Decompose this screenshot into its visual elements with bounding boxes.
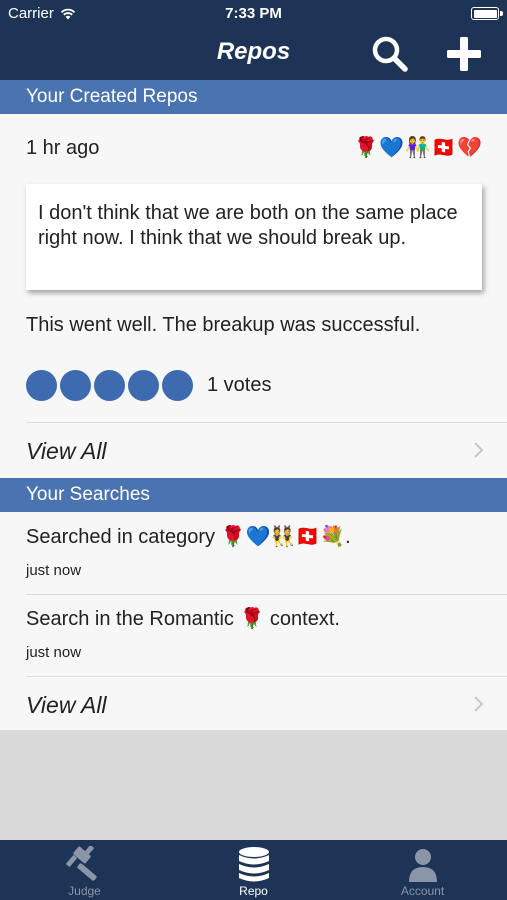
search-icon [372, 36, 408, 72]
chevron-right-icon [474, 696, 483, 712]
tab-label: Judge [68, 884, 101, 898]
search-item-text: Searched in category 🌹💙👯🇨🇭💐. [26, 526, 351, 548]
view-all-label: View All [26, 438, 107, 464]
plus-icon [447, 37, 481, 71]
divider [26, 676, 507, 677]
chevron-right-icon [474, 442, 483, 458]
page-title: Repos [216, 38, 291, 65]
rating-dot [60, 370, 91, 401]
tab-repo[interactable]: Repo [169, 840, 338, 900]
status-bar: Carrier 7:33 PM [0, 0, 507, 28]
repo-result-text: This went well. The breakup was successf… [26, 314, 421, 336]
tab-label: Repo [239, 884, 268, 898]
search-item-time: just now [26, 562, 82, 579]
tab-bar: Judge Repo Account [0, 840, 507, 900]
search-history-item[interactable]: Search in the Romantic 🌹 context. just n… [0, 596, 507, 677]
tab-label: Account [400, 884, 445, 898]
rating-dot [94, 370, 125, 401]
tab-judge[interactable]: Judge [0, 840, 169, 900]
rating-dot [26, 370, 57, 401]
votes-count: 1 votes [207, 374, 272, 396]
rating-dot [128, 370, 159, 401]
status-time: 7:33 PM [225, 5, 282, 22]
rating-dots [26, 370, 193, 401]
view-all-searches-button[interactable]: View All [0, 678, 507, 732]
view-all-repos-button[interactable]: View All [0, 424, 507, 478]
search-history-item[interactable]: Searched in category 🌹💙👯🇨🇭💐. just now [0, 514, 507, 595]
gavel-icon [65, 846, 97, 881]
divider [26, 594, 507, 595]
search-item-text: Search in the Romantic 🌹 context. [26, 608, 340, 630]
repo-quote-card: I don't think that we are both on the sa… [26, 184, 482, 290]
add-repo-button[interactable] [442, 33, 486, 75]
repo-timestamp: 1 hr ago [26, 137, 100, 159]
search-button[interactable] [368, 33, 412, 75]
view-all-label: View All [26, 692, 107, 718]
search-item-time: just now [26, 644, 82, 661]
rating-dot [162, 370, 193, 401]
searches-header: Your Searches [0, 478, 507, 512]
user-icon [408, 849, 437, 882]
created-repos-header: Your Created Repos [0, 80, 507, 114]
battery-icon [471, 7, 503, 20]
tab-account[interactable]: Account [338, 840, 507, 900]
repo-quote-text: I don't think that we are both on the sa… [38, 202, 458, 249]
database-icon [238, 847, 269, 882]
nav-bar: Repos [0, 28, 507, 80]
repo-category-emojis: 🌹💙👫🇨🇭💔 [353, 137, 483, 159]
divider [26, 422, 507, 423]
